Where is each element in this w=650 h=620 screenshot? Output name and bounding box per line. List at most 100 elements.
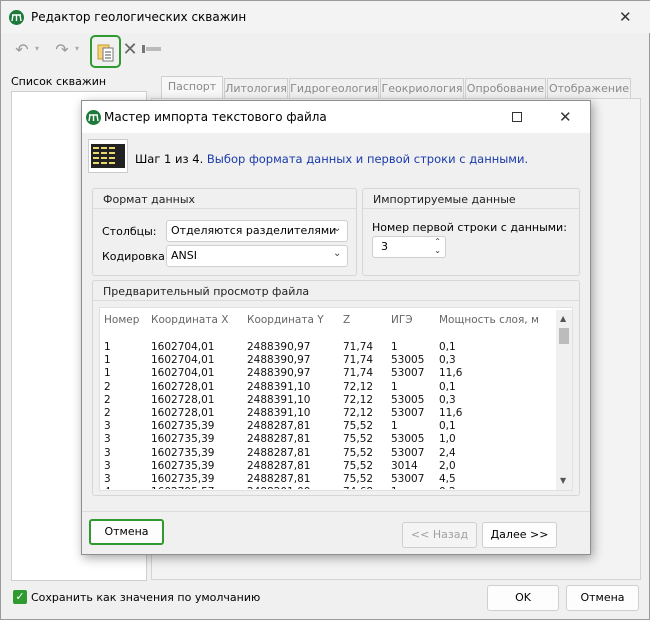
table-cell: 1,0: [439, 433, 456, 446]
dialog-cancel-button[interactable]: Отмена: [89, 519, 164, 545]
table-cell: 2488390,97: [247, 341, 311, 353]
table-cell: 2,0: [439, 459, 456, 472]
table-cell: 2: [104, 407, 111, 419]
table-cell: 3: [104, 433, 111, 446]
scroll-thumb[interactable]: [559, 328, 569, 344]
tab-passport[interactable]: Паспорт: [161, 76, 223, 98]
save-default-checkbox[interactable]: ✓: [13, 590, 27, 604]
chevron-down-icon: ⌄: [333, 223, 342, 234]
preview-scrollbar[interactable]: ▲ ▼: [556, 310, 572, 490]
table-row: 2 1602728,01 2488391,10 72,12 53007 11,6: [104, 407, 544, 420]
redo-icon[interactable]: ↷: [51, 38, 73, 60]
table-cell: 2488287,81: [247, 446, 311, 459]
tab-display[interactable]: Отображение: [547, 78, 631, 100]
spinner-arrows-icon[interactable]: ⌃ ⌄: [434, 237, 441, 255]
export-icon[interactable]: [142, 44, 162, 54]
next-button[interactable]: Далее >>: [482, 522, 557, 548]
table-cell: 4: [104, 486, 111, 489]
first-row-spinner[interactable]: 3 ⌃ ⌄: [372, 236, 446, 258]
table-cell: 72,12: [343, 407, 374, 419]
table-row: 3 1602735,39 2488287,81 75,52 53007 4,5: [104, 473, 544, 486]
preview-table[interactable]: Номер Координата X Координата Y Z ИГЭ Мо…: [99, 307, 573, 491]
table-cell: 2,4: [439, 446, 456, 459]
table-cell: 72,12: [343, 393, 374, 406]
encoding-select[interactable]: ANSI ⌄: [166, 245, 348, 267]
table-cell: 2488287,81: [247, 433, 311, 446]
table-cell: 1602704,01: [151, 341, 215, 353]
import-data-group: Импортируемые данные Номер первой строки…: [362, 188, 580, 276]
tab-geocryology[interactable]: Геокриология: [380, 78, 464, 100]
header-cell: Номер: [104, 314, 140, 326]
format-group: Формат данных Столбцы: Отделяются раздел…: [92, 188, 357, 276]
table-cell: 53007: [391, 473, 425, 485]
encoding-label: Кодировка:: [102, 250, 169, 263]
table-cell: 2488390,97: [247, 367, 311, 380]
table-cell: 1: [104, 341, 111, 353]
table-cell: 75,52: [343, 473, 374, 485]
table-cell: 1602704,01: [151, 354, 215, 367]
table-cell: 1602728,01: [151, 380, 215, 393]
table-cell: 1: [104, 367, 111, 380]
back-button[interactable]: << Назад: [402, 522, 477, 548]
preview-group: Предварительный просмотр файла Номер Коо…: [92, 280, 580, 496]
table-cell: 1: [391, 380, 398, 393]
dialog-title-bar: Мастер импорта текстового файла ✕: [82, 101, 590, 133]
table-cell: 2488201.00: [247, 486, 310, 489]
table-cell: 2488287,81: [247, 473, 311, 485]
table-row: 1 1602704,01 2488390,97 71,74 53005 0,3: [104, 354, 544, 367]
table-cell: 53005: [391, 393, 425, 406]
encoding-select-value: ANSI: [171, 249, 197, 262]
table-cell: 1602735,39: [151, 433, 215, 446]
table-row: 2 1602728,01 2488391,10 72,12 1 0,1: [104, 381, 544, 394]
ok-button[interactable]: OK: [487, 585, 559, 611]
redo-dropdown-icon[interactable]: ▾: [75, 44, 79, 53]
table-cell: 4,5: [439, 473, 456, 485]
window-close-icon[interactable]: ✕: [619, 8, 632, 26]
divider: [93, 300, 579, 301]
table-row: 1 1602704,01 2488390,97 71,74 1 0,1: [104, 341, 544, 354]
table-cell: 75,52: [343, 459, 374, 472]
table-cell: 1602728,01: [151, 393, 215, 406]
main-cancel-button[interactable]: Отмена: [566, 585, 639, 611]
app-icon: [9, 10, 24, 25]
scroll-up-icon[interactable]: ▲: [560, 314, 566, 323]
delete-icon[interactable]: ✕: [119, 38, 141, 60]
table-row: 3 1602735,39 2488287,81 75,52 1 0,1: [104, 420, 544, 433]
table-cell: 2488390,97: [247, 354, 311, 367]
table-cell: 72,12: [343, 380, 374, 393]
header-cell: Мощность слоя, м: [439, 314, 539, 326]
maximize-icon[interactable]: [512, 112, 522, 122]
tab-sampling[interactable]: Опробование: [465, 78, 546, 100]
scroll-down-icon[interactable]: ▼: [560, 476, 566, 485]
tab-lithology[interactable]: Литология: [224, 78, 288, 100]
save-default-label: Сохранить как значения по умолчанию: [31, 591, 261, 604]
table-cell: 53005: [391, 354, 425, 367]
table-cell: 3: [104, 446, 111, 459]
table-cell: 53007: [391, 367, 425, 380]
step-prefix: Шаг 1 из 4.: [135, 152, 204, 166]
tab-hydrogeology[interactable]: Гидрогеология: [289, 78, 379, 100]
table-cell: 3014: [391, 459, 418, 472]
step-heading: Шаг 1 из 4. Выбор формата данных и перво…: [135, 152, 528, 166]
table-row: 4 1602795.57 2488201.00 74.68 1 0.2: [104, 486, 544, 489]
undo-icon[interactable]: ↶: [11, 38, 33, 60]
header-cell: Координата Y: [247, 314, 324, 326]
table-cell: 74.68: [343, 486, 373, 489]
dialog-close-icon[interactable]: ✕: [559, 108, 572, 126]
import-wizard-dialog: Мастер импорта текстового файла ✕ Шаг 1 …: [81, 100, 591, 555]
columns-select[interactable]: Отделяются разделителями ⌄: [166, 220, 348, 242]
undo-dropdown-icon[interactable]: ▾: [35, 44, 39, 53]
table-cell: 0,1: [439, 380, 456, 393]
table-cell: 2: [104, 393, 111, 406]
table-cell: 1602735,39: [151, 446, 215, 459]
table-cell: 71,74: [343, 341, 374, 353]
table-cell: 1602735,39: [151, 459, 215, 472]
table-cell: 3: [104, 473, 111, 485]
table-row: 3 1602735,39 2488287,81 75,52 53007 2,4: [104, 447, 544, 460]
table-cell: 11,6: [439, 367, 463, 380]
import-button[interactable]: [90, 35, 121, 68]
import-group-title: Импортируемые данные: [373, 193, 516, 206]
wizard-file-icon: [88, 139, 128, 173]
table-cell: 1: [391, 420, 398, 433]
table-cell: 1: [104, 354, 111, 367]
